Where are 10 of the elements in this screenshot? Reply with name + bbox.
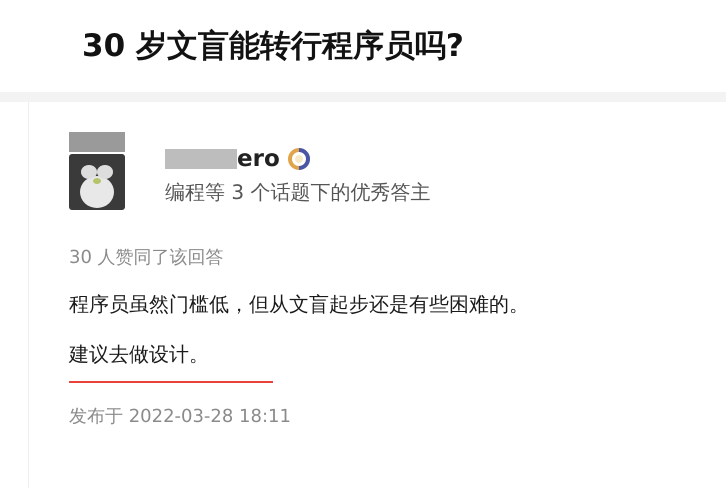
answer-paragraph: 建议去做设计。 [69,341,209,368]
blur-patch [69,132,125,152]
publish-time: 发布于 2022-03-28 18:11 [69,405,292,429]
author-name[interactable]: ero [237,148,280,170]
badge-icon [288,148,310,170]
author-credential: 编程等 3 个话题下的优秀答主 [165,178,430,206]
question-title: 30 岁文盲能转行程序员吗? [82,26,464,66]
blur-patch [165,149,237,169]
vote-count: 30 人赞同了该回答 [69,246,225,270]
answer-paragraph: 程序员虽然门槛低，但从文盲起步还是有些困难的。 [69,291,529,318]
